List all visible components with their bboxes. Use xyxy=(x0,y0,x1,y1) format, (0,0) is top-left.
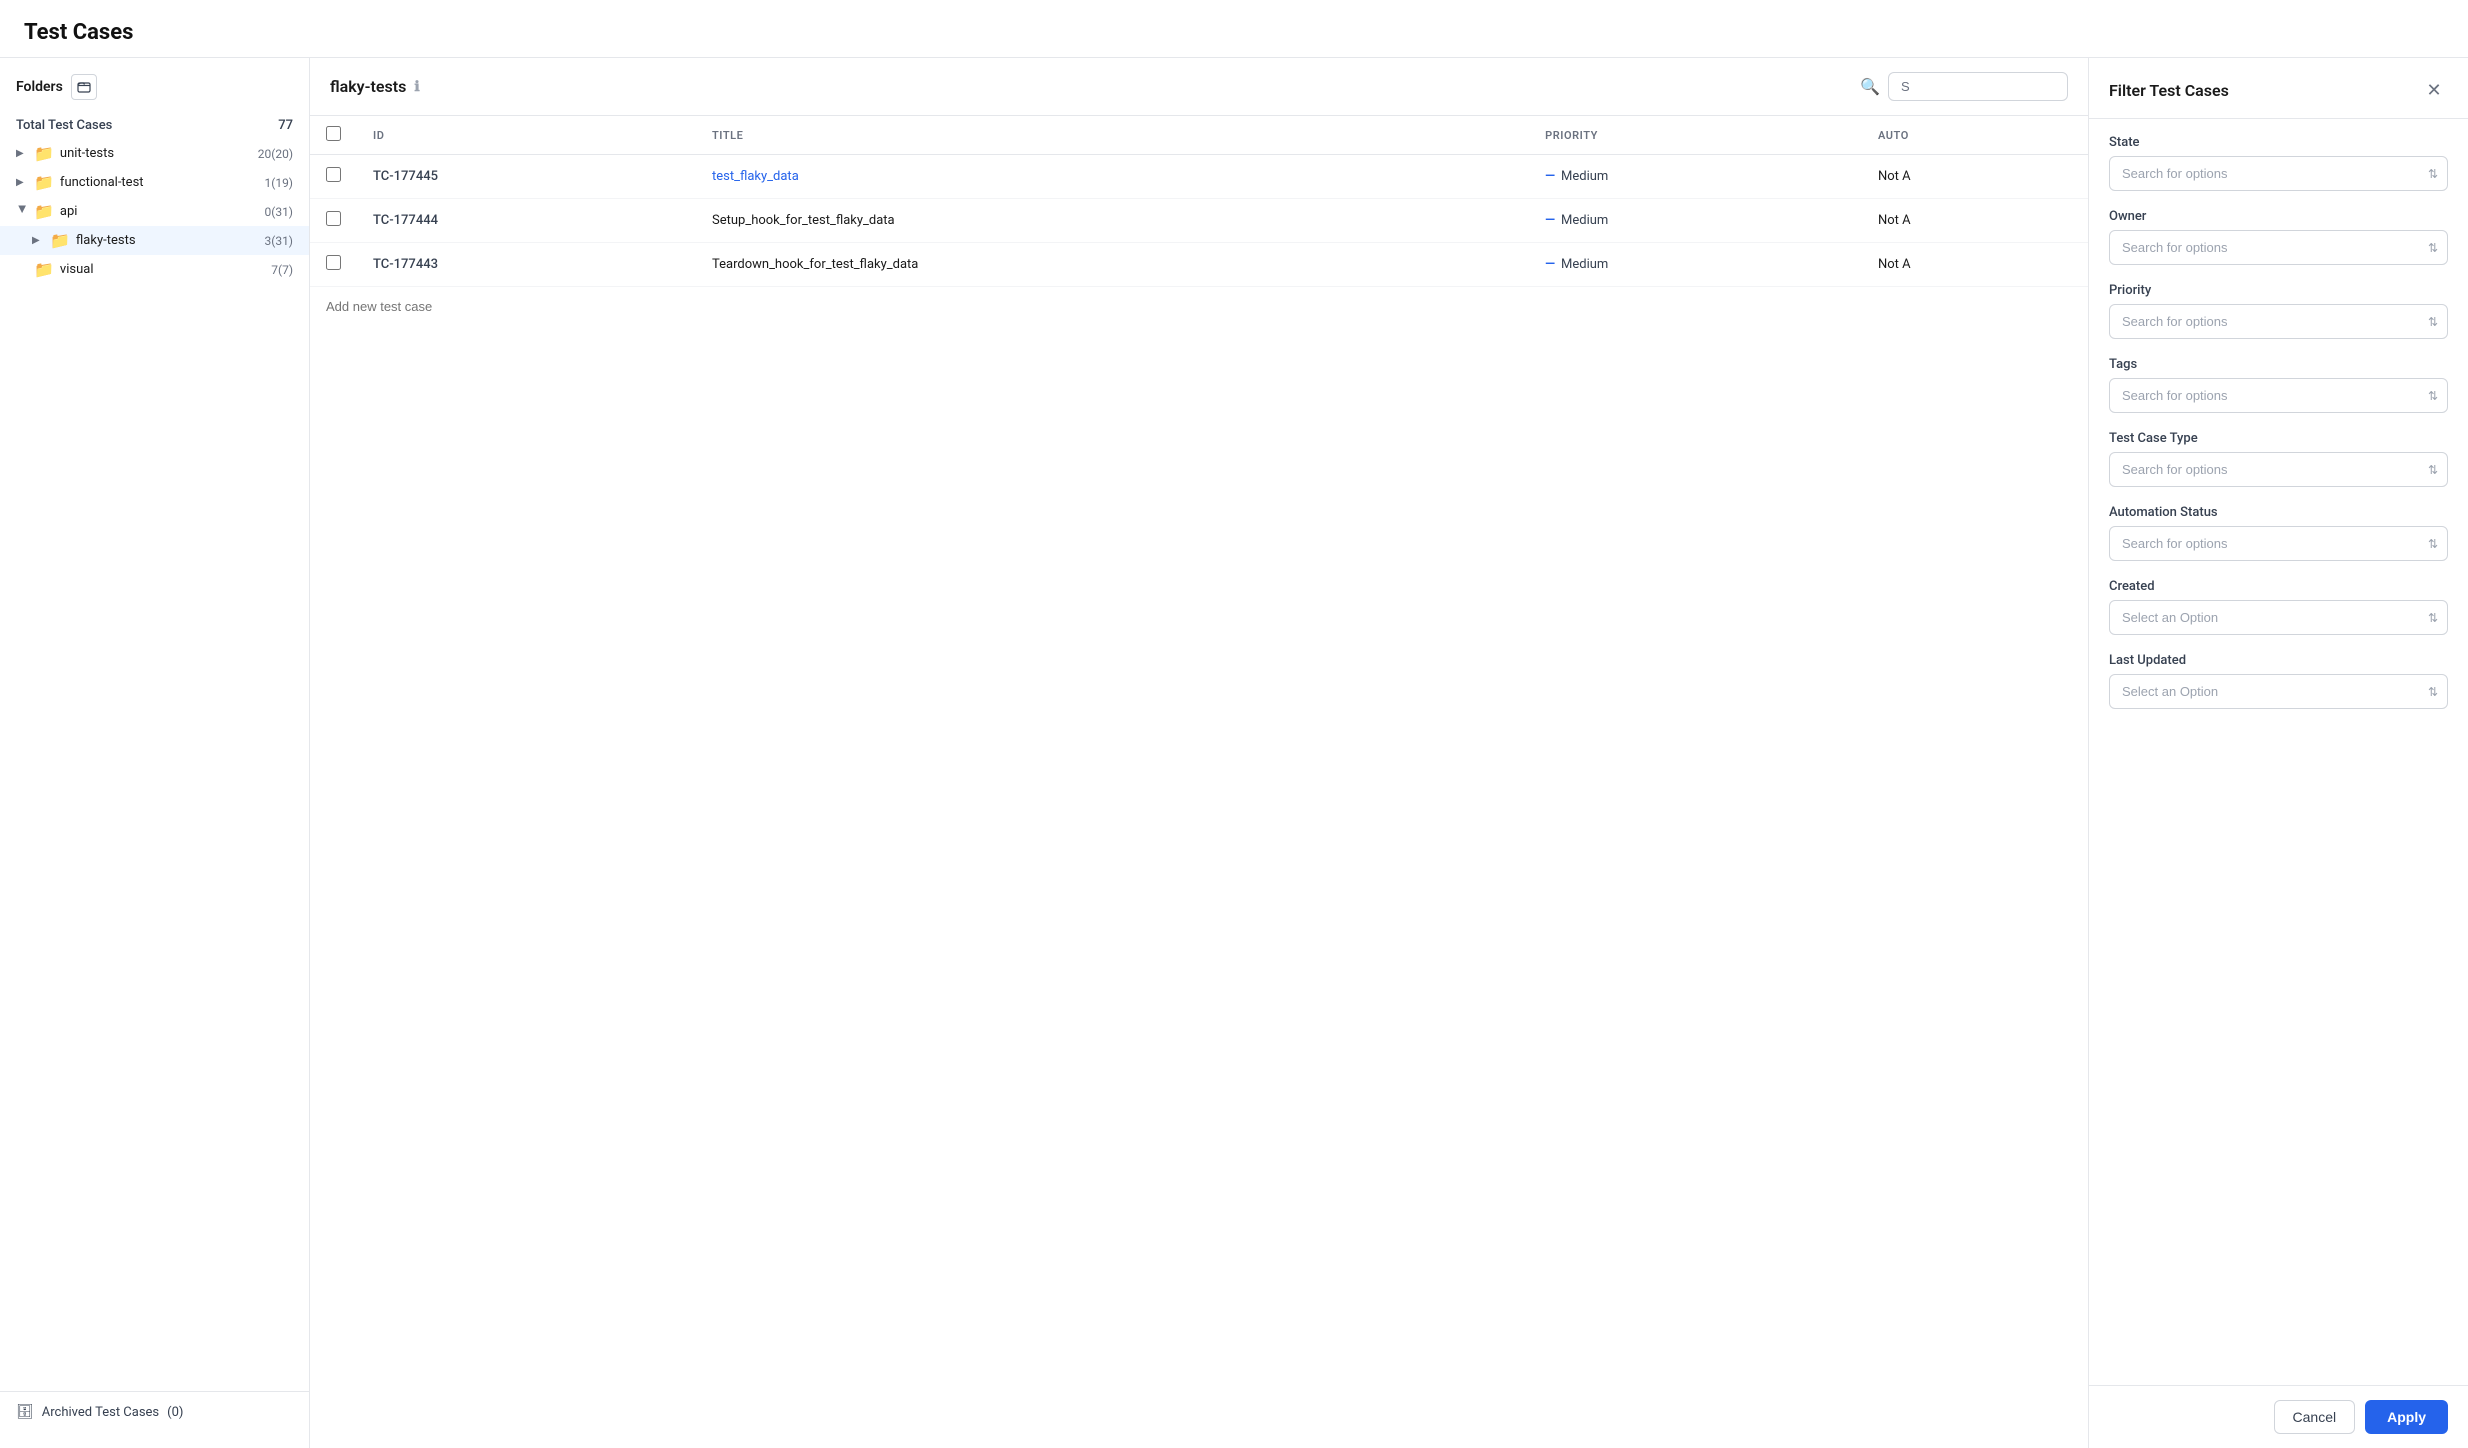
filter-created-select[interactable]: Select an Option xyxy=(2109,600,2448,635)
new-folder-button[interactable] xyxy=(71,74,97,100)
filter-tags-select[interactable]: Search for options xyxy=(2109,378,2448,413)
info-icon[interactable]: ℹ xyxy=(414,79,419,95)
tc-auto: Not A xyxy=(1862,199,2088,243)
expand-arrow-icon: ▶ xyxy=(16,177,28,188)
tc-title: Teardown_hook_for_test_flaky_data xyxy=(696,243,1529,287)
tc-id: TC-177443 xyxy=(357,243,696,287)
folder-icon: 📁 xyxy=(34,144,54,163)
priority-dash-icon: — xyxy=(1545,169,1555,184)
table-row: TC-177444 Setup_hook_for_test_flaky_data… xyxy=(310,199,2088,243)
sidebar-item-label: visual xyxy=(60,262,265,277)
total-count: 77 xyxy=(278,118,293,133)
filter-last-updated-select[interactable]: Select an Option xyxy=(2109,674,2448,709)
page-title: Test Cases xyxy=(24,20,2444,45)
sidebar-item-count: 7(7) xyxy=(271,263,293,277)
filter-owner-select[interactable]: Search for options xyxy=(2109,230,2448,265)
filter-label-state: State xyxy=(2109,135,2448,150)
col-priority: PRIORITY xyxy=(1529,116,1862,155)
filter-label-owner: Owner xyxy=(2109,209,2448,224)
filter-title: Filter Test Cases xyxy=(2109,81,2229,100)
filter-label-automation-status: Automation Status xyxy=(2109,505,2448,520)
tc-auto: Not A xyxy=(1862,243,2088,287)
col-id: ID xyxy=(357,116,696,155)
table-row: TC-177443 Teardown_hook_for_test_flaky_d… xyxy=(310,243,2088,287)
filter-label-created: Created xyxy=(2109,579,2448,594)
sidebar-item-count: 20(20) xyxy=(258,147,293,161)
archived-label: Archived Test Cases xyxy=(42,1405,159,1420)
archived-count: (0) xyxy=(167,1405,183,1420)
row-checkbox[interactable] xyxy=(326,167,341,182)
priority-dash-icon: — xyxy=(1545,257,1555,272)
archived-row[interactable]: 🗄 Archived Test Cases (0) xyxy=(0,1391,309,1432)
cancel-button[interactable]: Cancel xyxy=(2274,1400,2356,1434)
sidebar-item-count: 0(31) xyxy=(264,205,293,219)
test-cases-table: ID TITLE PRIORITY AUTO TC-177445 test_fl… xyxy=(310,116,2088,287)
search-icon: 🔍 xyxy=(1860,77,1880,96)
sidebar: Folders Total Test Cases 77 ▶ 📁 xyxy=(0,58,310,1448)
col-title: TITLE xyxy=(696,116,1529,155)
filter-state-select[interactable]: Search for options xyxy=(2109,156,2448,191)
filter-panel: Filter Test Cases ✕ State Search for opt… xyxy=(2088,58,2468,1448)
filter-label-test-case-type: Test Case Type xyxy=(2109,431,2448,446)
tc-id: TC-177444 xyxy=(357,199,696,243)
sidebar-item-label: unit-tests xyxy=(60,146,252,161)
row-checkbox[interactable] xyxy=(326,255,341,270)
close-filter-button[interactable]: ✕ xyxy=(2420,76,2448,104)
main-content: flaky-tests ℹ 🔍 ID TITLE PRIORITY xyxy=(310,58,2088,1448)
sidebar-item-label: api xyxy=(60,204,259,219)
filter-test-case-type-select[interactable]: Search for options xyxy=(2109,452,2448,487)
filter-priority-select[interactable]: Search for options xyxy=(2109,304,2448,339)
sidebar-item-flaky-tests[interactable]: ▶ 📁 flaky-tests 3(31) xyxy=(0,226,309,255)
folder-tree: ▶ 📁 unit-tests 20(20) ▶ 📁 functional-tes… xyxy=(0,139,309,1391)
archive-icon: 🗄 xyxy=(16,1404,34,1420)
sidebar-item-label: flaky-tests xyxy=(76,233,259,248)
folder-icon: 📁 xyxy=(50,231,70,250)
filter-label-last-updated: Last Updated xyxy=(2109,653,2448,668)
folder-icon: 📁 xyxy=(34,173,54,192)
row-checkbox[interactable] xyxy=(326,211,341,226)
sidebar-item-label: functional-test xyxy=(60,175,259,190)
expand-arrow-icon: ▶ xyxy=(16,148,28,159)
folder-icon: 📁 xyxy=(34,260,54,279)
expand-arrow-icon: ▶ xyxy=(17,206,28,218)
select-all-checkbox[interactable] xyxy=(326,126,341,141)
total-label: Total Test Cases xyxy=(16,118,112,133)
sidebar-item-count: 1(19) xyxy=(264,176,293,190)
expand-arrow-icon: ▶ xyxy=(32,235,44,246)
tc-title-link[interactable]: test_flaky_data xyxy=(712,169,799,184)
sidebar-item-api[interactable]: ▶ 📁 api 0(31) xyxy=(0,197,309,226)
folders-label: Folders xyxy=(16,79,63,95)
add-test-case-input[interactable] xyxy=(326,299,2072,314)
folder-icon: 📁 xyxy=(34,202,54,221)
sidebar-item-unit-tests[interactable]: ▶ 📁 unit-tests 20(20) xyxy=(0,139,309,168)
filter-label-priority: Priority xyxy=(2109,283,2448,298)
sidebar-item-count: 3(31) xyxy=(264,234,293,248)
tc-auto: Not A xyxy=(1862,155,2088,199)
filter-automation-status-select[interactable]: Search for options xyxy=(2109,526,2448,561)
tc-title: Setup_hook_for_test_flaky_data xyxy=(696,199,1529,243)
col-auto: AUTO xyxy=(1862,116,2088,155)
table-row: TC-177445 test_flaky_data —Medium Not A xyxy=(310,155,2088,199)
search-input[interactable] xyxy=(1888,72,2068,101)
apply-button[interactable]: Apply xyxy=(2365,1400,2448,1434)
filter-label-tags: Tags xyxy=(2109,357,2448,372)
priority-dash-icon: — xyxy=(1545,213,1555,228)
tc-priority: —Medium xyxy=(1529,243,1862,287)
tc-priority: —Medium xyxy=(1529,155,1862,199)
tc-priority: —Medium xyxy=(1529,199,1862,243)
sidebar-item-functional-test[interactable]: ▶ 📁 functional-test 1(19) xyxy=(0,168,309,197)
tc-id: TC-177445 xyxy=(357,155,696,199)
main-folder-title: flaky-tests xyxy=(330,77,406,96)
tc-title[interactable]: test_flaky_data xyxy=(696,155,1529,199)
sidebar-item-visual[interactable]: ▶ 📁 visual 7(7) xyxy=(0,255,309,284)
